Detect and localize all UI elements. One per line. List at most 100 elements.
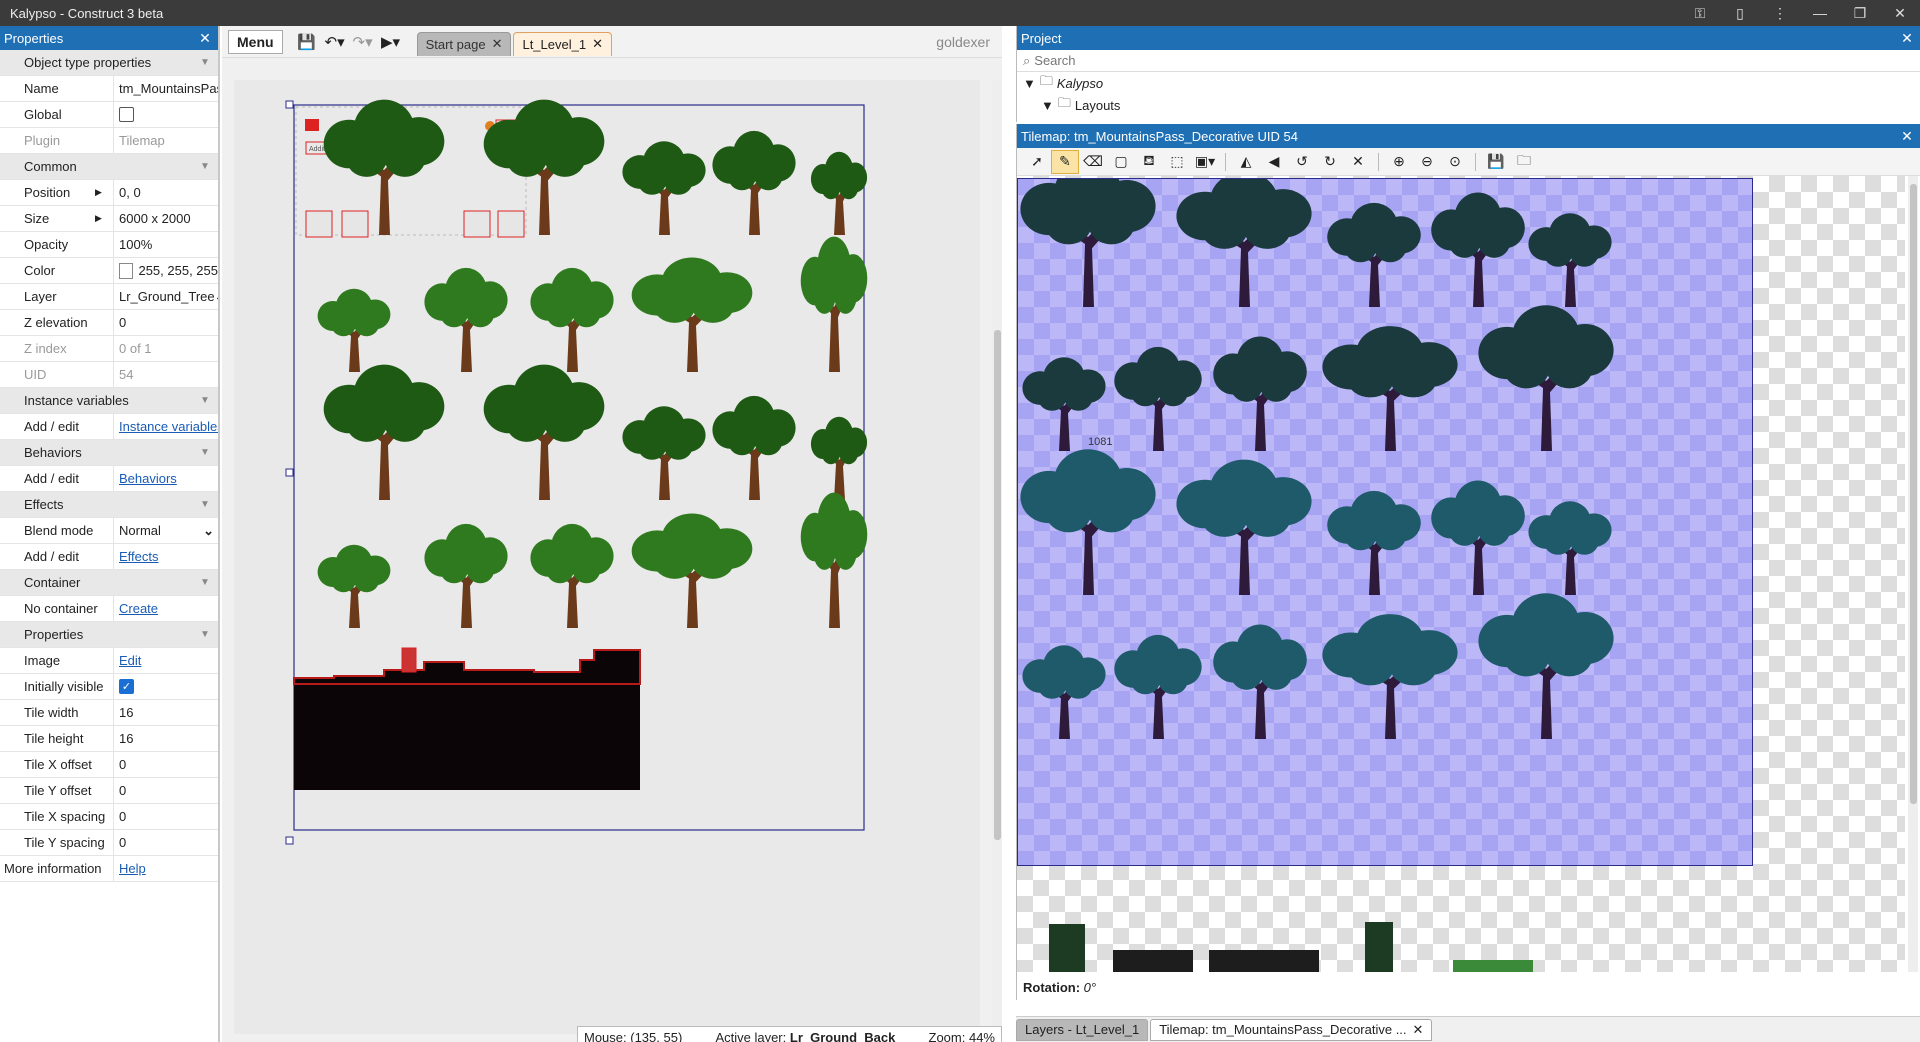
property-value[interactable]: 0 (113, 803, 218, 830)
close-tab-icon[interactable]: ✕ (592, 36, 603, 52)
property-value[interactable]: 0, 0 (113, 179, 218, 206)
eraser-icon[interactable]: ⌫ (1079, 150, 1107, 174)
property-link[interactable]: Edit (119, 653, 141, 668)
property-link[interactable]: Instance variables (119, 419, 218, 434)
save-icon[interactable]: 💾 (293, 33, 321, 51)
collapse-icon[interactable]: ▼ (200, 395, 218, 406)
property-link[interactable]: Help (119, 861, 146, 876)
tree-item-layouts[interactable]: ▼ 🗀 Layouts (1017, 94, 1920, 116)
scroll-thumb[interactable] (1910, 184, 1917, 804)
player-sprite[interactable] (401, 647, 417, 673)
property-value[interactable]: 0 (113, 751, 218, 778)
property-value[interactable]: 0 (113, 309, 218, 336)
search-input[interactable]: Search (1034, 53, 1075, 68)
tileset-viewport[interactable]: 1081 (1017, 176, 1905, 972)
rotate-ccw-icon[interactable]: ↺ (1288, 150, 1316, 174)
property-value[interactable]: Lr_Ground_Tree⌄ (113, 283, 218, 310)
property-link[interactable]: Behaviors (119, 471, 177, 486)
open-brush-icon[interactable]: 🗀 (1510, 150, 1538, 174)
property-section[interactable]: Common ▼ (0, 154, 218, 180)
tree-item-kalypso[interactable]: ▼ 🗀 Kalypso (1017, 72, 1920, 94)
property-value[interactable]: Create (113, 595, 218, 622)
tab-layers[interactable]: Layers - Lt_Level_1 (1016, 1018, 1149, 1041)
more-options-icon[interactable]: ⋮ (1760, 0, 1800, 26)
resize-handle[interactable] (285, 100, 294, 109)
property-section[interactable]: Instance variables ▼ (0, 388, 218, 414)
tileset-image[interactable]: 1081 (1017, 178, 1753, 866)
property-select[interactable]: Lr_Ground_Tree⌄ (119, 289, 218, 305)
editor-vertical-scrollbar[interactable] (992, 80, 1002, 1040)
property-section[interactable]: Object type properties ▼ (0, 50, 218, 76)
property-value[interactable]: Edit (113, 647, 218, 674)
document-icon[interactable]: ▯ (1720, 0, 1760, 26)
tile-stamp-icon[interactable]: ▣▾ (1191, 150, 1219, 174)
collapse-icon[interactable]: ▼ (200, 577, 218, 588)
property-value[interactable]: Instance variables (113, 413, 218, 440)
property-select[interactable]: Normal ⌄ (119, 523, 218, 539)
pencil-icon[interactable]: ✎ (1051, 149, 1079, 174)
redo-icon[interactable]: ↷▾ (349, 33, 377, 51)
select-pointer-icon[interactable]: ➚ (1023, 150, 1051, 174)
resize-handle[interactable] (285, 468, 294, 477)
undo-icon[interactable]: ↶▾ (321, 33, 349, 51)
property-value[interactable]: Help (113, 855, 218, 882)
marquee-icon[interactable]: ⬚ (1163, 150, 1191, 174)
close-tilemap-button[interactable]: ✕ (1898, 128, 1916, 145)
property-section[interactable]: Behaviors ▼ (0, 440, 218, 466)
collapse-icon[interactable]: ▼ (200, 629, 218, 640)
close-project-button[interactable]: ✕ (1898, 30, 1916, 47)
expand-icon[interactable]: ▼ (1041, 98, 1054, 113)
close-tab-icon[interactable]: ✕ (1413, 1022, 1424, 1038)
fill-bucket-icon[interactable]: ⛾ (1135, 150, 1163, 174)
property-value[interactable]: 0 (113, 829, 218, 856)
scroll-thumb[interactable] (994, 330, 1001, 840)
property-value[interactable]: 0 of 1 (113, 335, 218, 362)
property-value[interactable]: 6000 x 2000 (113, 205, 218, 232)
tab-start-page[interactable]: Start page ✕ (416, 31, 512, 56)
property-value[interactable]: 100% (113, 231, 218, 258)
property-value[interactable]: 16 (113, 725, 218, 752)
tilemap-vertical-scrollbar[interactable] (1908, 176, 1918, 972)
layout-canvas[interactable]: Additional info (234, 80, 980, 1034)
property-section[interactable]: Effects ▼ (0, 492, 218, 518)
expand-icon[interactable]: ▶ (95, 187, 102, 198)
save-brush-icon[interactable]: 💾 (1482, 150, 1510, 174)
collapse-icon[interactable]: ▼ (200, 447, 218, 458)
expand-icon[interactable]: ▼ (1023, 76, 1036, 91)
expand-icon[interactable]: ▶ (95, 213, 102, 224)
property-value[interactable]: 0 (113, 777, 218, 804)
restore-button[interactable]: ❐ (1840, 0, 1880, 26)
close-properties-button[interactable]: ✕ (196, 30, 214, 47)
color-swatch[interactable] (119, 262, 134, 279)
checkbox[interactable]: ✓ (119, 679, 134, 694)
property-value[interactable]: 16 (113, 699, 218, 726)
close-tab-icon[interactable]: ✕ (492, 36, 503, 52)
flip-icon[interactable]: ◀ (1260, 150, 1288, 174)
collapse-icon[interactable]: ▼ (200, 161, 218, 172)
menu-button[interactable]: Menu (228, 29, 283, 54)
rectangle-icon[interactable]: ▢ (1107, 150, 1135, 174)
property-link[interactable]: Effects (119, 549, 159, 564)
collapse-icon[interactable]: ▼ (200, 499, 218, 510)
property-value[interactable]: Tilemap (113, 127, 218, 154)
property-value[interactable]: tm_MountainsPass (113, 75, 218, 102)
property-link[interactable]: Create (119, 601, 158, 616)
collapse-icon[interactable]: ▼ (200, 57, 218, 68)
property-value[interactable] (113, 101, 218, 128)
rotate-cw-icon[interactable]: ↻ (1316, 150, 1344, 174)
checkbox[interactable] (119, 107, 134, 122)
property-section[interactable]: Properties ▼ (0, 622, 218, 648)
property-value[interactable]: 255, 255, 255 (113, 257, 218, 284)
zoom-reset-icon[interactable]: ⊙ (1441, 150, 1469, 174)
property-value[interactable]: 54 (113, 361, 218, 388)
property-value[interactable]: Effects (113, 543, 218, 570)
chevron-down-icon[interactable]: ⌄ (203, 523, 214, 539)
property-value[interactable]: ✓ (113, 673, 218, 700)
project-search[interactable]: ⌕ Search (1017, 50, 1920, 72)
user-name[interactable]: goldexer (936, 34, 990, 50)
chevron-down-icon[interactable]: ⌄ (215, 289, 218, 305)
resize-handle[interactable] (285, 836, 294, 845)
mirror-icon[interactable]: ◭ (1232, 150, 1260, 174)
zoom-in-icon[interactable]: ⊕ (1385, 150, 1413, 174)
tab-tilemap[interactable]: Tilemap: tm_MountainsPass_Decorative ...… (1150, 1018, 1433, 1041)
